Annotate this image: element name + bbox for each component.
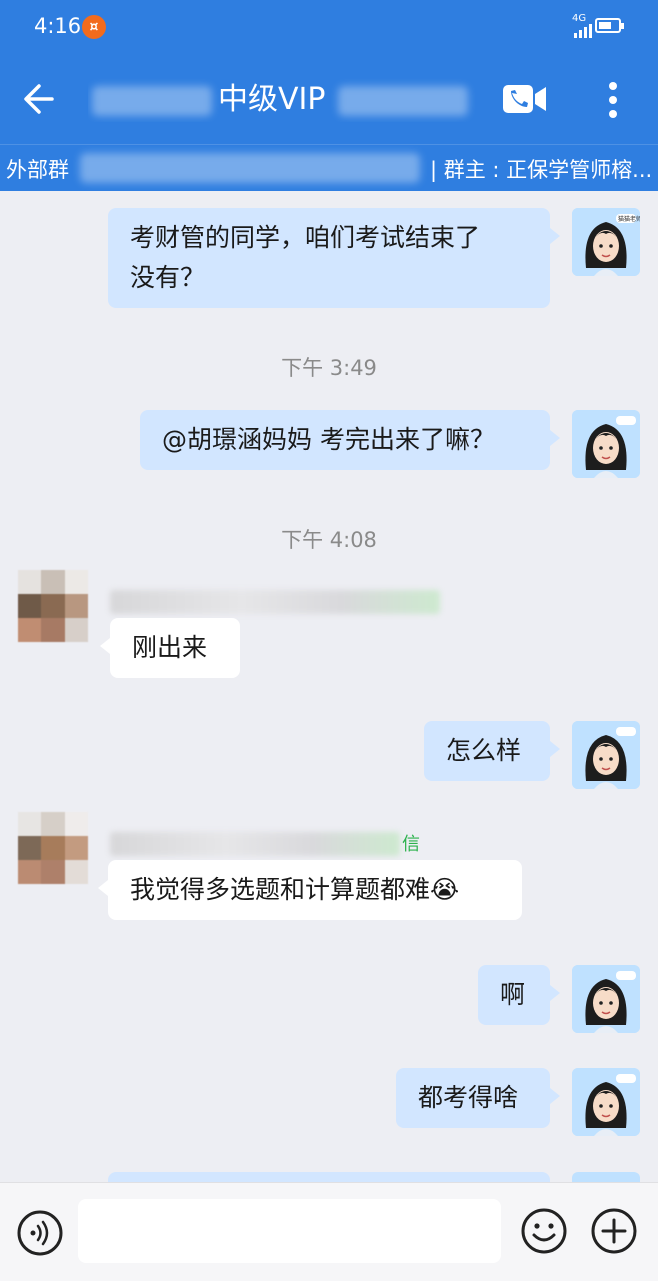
cartoon-avatar-icon: 猫猫老师 bbox=[572, 208, 640, 276]
notification-badge-icon: ¤ bbox=[82, 15, 106, 39]
time-divider: 下午 4:08 bbox=[281, 528, 377, 552]
voice-icon[interactable] bbox=[16, 1209, 64, 1257]
redacted-blur bbox=[80, 153, 420, 183]
redacted-blur bbox=[92, 86, 212, 116]
message-bubble-self[interactable]: 考财管的同学，咱们考试结束了 没有？ bbox=[108, 208, 560, 308]
message-bubble-other[interactable]: 我觉得多选题和计算题都难😭 bbox=[98, 860, 522, 920]
time-divider: 下午 3:49 bbox=[281, 356, 377, 380]
redacted-sender-name bbox=[110, 832, 400, 856]
cartoon-avatar-icon bbox=[572, 721, 640, 789]
redacted-blur bbox=[338, 86, 468, 116]
avatar-label: 猫猫老师 bbox=[618, 215, 640, 223]
avatar-self[interactable] bbox=[572, 1068, 640, 1136]
avatar-other[interactable] bbox=[18, 812, 88, 884]
crying-emoji-icon: 😭 bbox=[430, 875, 460, 904]
input-bar bbox=[0, 1182, 658, 1281]
group-owner-label: | 群主 : 正保学管师榕... bbox=[430, 158, 653, 182]
more-vertical-icon[interactable] bbox=[600, 80, 626, 120]
back-arrow-icon[interactable] bbox=[22, 82, 56, 116]
message-input[interactable] bbox=[78, 1199, 501, 1263]
message-text: 怎么样 bbox=[446, 736, 522, 765]
avatar-self[interactable] bbox=[572, 410, 640, 478]
cartoon-avatar-icon bbox=[572, 1068, 640, 1136]
status-time: 4:16 bbox=[34, 14, 82, 38]
cartoon-avatar-icon bbox=[572, 410, 640, 478]
message-bubble-self[interactable]: 怎么样 bbox=[424, 721, 560, 781]
video-call-icon[interactable] bbox=[502, 82, 548, 116]
emoji-icon[interactable] bbox=[520, 1207, 568, 1255]
message-bubble-self[interactable]: @胡璟涵妈妈 考完出来了嘛？ bbox=[140, 410, 560, 470]
avatar-self[interactable] bbox=[572, 1172, 640, 1182]
avatar-self[interactable] bbox=[572, 965, 640, 1033]
redacted-sender-name bbox=[110, 590, 440, 614]
message-bubble-other[interactable]: 刚出来 bbox=[100, 618, 240, 678]
chat-title: 中级VIP bbox=[88, 78, 488, 122]
message-list[interactable]: 考财管的同学，咱们考试结束了 没有？ 猫猫老师 下午 3:49 @胡璟涵妈妈 考… bbox=[0, 190, 658, 1182]
header: 中级VIP bbox=[0, 56, 658, 144]
avatar-other[interactable] bbox=[18, 570, 88, 642]
message-text-line: 考财管的同学，咱们考试结束了 bbox=[130, 223, 481, 252]
message-text: 啊 bbox=[500, 980, 526, 1009]
external-group-tag: 外部群 bbox=[6, 158, 69, 182]
avatar-self[interactable] bbox=[572, 721, 640, 789]
message-text: @胡璟涵妈妈 考完出来了嘛？ bbox=[162, 425, 495, 454]
group-info-bar[interactable]: 外部群 | 群主 : 正保学管师榕... bbox=[0, 144, 658, 191]
message-bubble-self[interactable]: 都考得啥 bbox=[396, 1068, 560, 1128]
plus-icon[interactable] bbox=[590, 1207, 638, 1255]
signal-icon bbox=[574, 24, 592, 38]
sender-source-tag: 信 bbox=[402, 834, 420, 855]
message-text: 都考得啥 bbox=[418, 1083, 519, 1112]
chat-title-text: 中级VIP bbox=[218, 82, 326, 117]
message-bubble-self-partial[interactable] bbox=[108, 1172, 550, 1182]
message-text: 刚出来 bbox=[132, 633, 208, 662]
status-bar: 4:16 ¤ 4G bbox=[0, 0, 658, 56]
message-text-line: 没有？ bbox=[130, 263, 206, 292]
network-label: 4G bbox=[572, 13, 587, 24]
message-text: 我觉得多选题和计算题都难 bbox=[130, 875, 431, 904]
message-bubble-self[interactable]: 啊 bbox=[478, 965, 560, 1025]
cartoon-avatar-icon bbox=[572, 965, 640, 1033]
avatar-self[interactable]: 猫猫老师 bbox=[572, 208, 640, 276]
battery-icon bbox=[595, 18, 624, 33]
